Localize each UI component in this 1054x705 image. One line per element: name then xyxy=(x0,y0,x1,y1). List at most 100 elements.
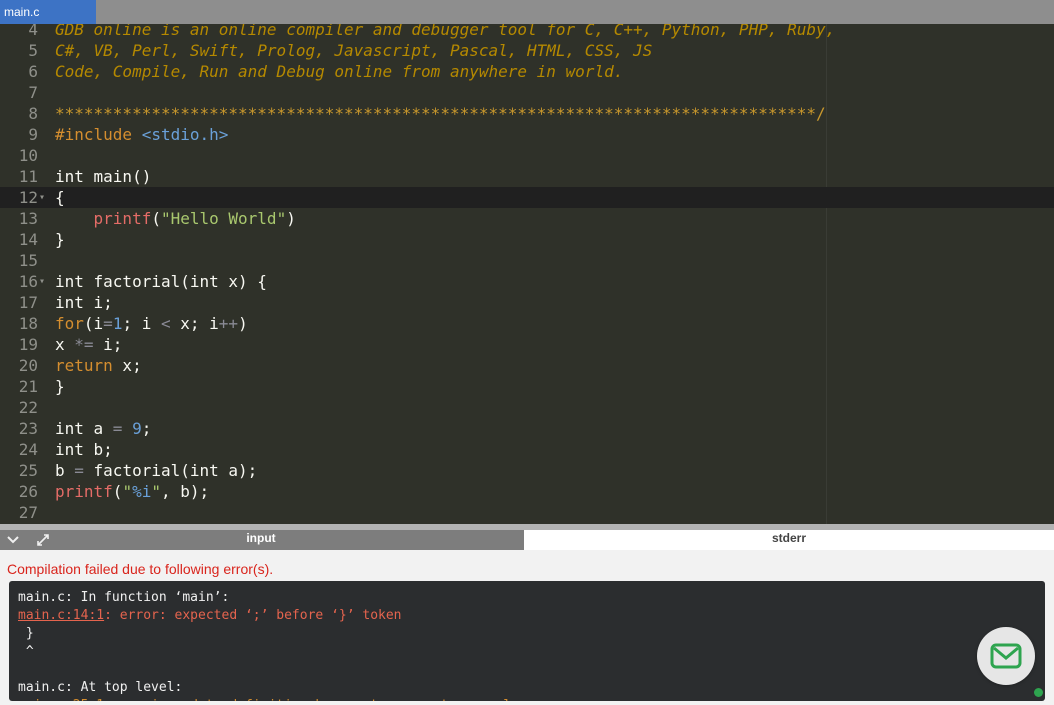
console-line: main.c: At top level: xyxy=(18,679,182,697)
code-line[interactable]: 27 xyxy=(0,502,1054,523)
status-dot xyxy=(1034,688,1043,697)
line-number: 14 xyxy=(18,230,38,249)
code-line[interactable]: 7 xyxy=(0,82,1054,103)
console-line: main.c: In function ‘main’: xyxy=(18,589,229,607)
code-line[interactable]: 10 xyxy=(0,145,1054,166)
console-output[interactable]: main.c: In function ‘main’: main.c:14:1: … xyxy=(9,581,1045,701)
code-token: *= xyxy=(74,335,94,354)
code-line[interactable]: 26 printf("%i", b); xyxy=(0,481,1054,502)
line-number: 17 xyxy=(18,293,38,312)
line-number: 15 xyxy=(18,251,38,270)
code-line[interactable]: 8 ***************************************… xyxy=(0,103,1054,124)
mail-button[interactable] xyxy=(977,627,1035,685)
line-number: 23 xyxy=(18,419,38,438)
code-token: 1 xyxy=(112,314,123,333)
line-number: 25 xyxy=(18,461,38,480)
code-token: x; xyxy=(112,356,142,375)
code-token: ) xyxy=(286,209,296,228)
code-token: int b; xyxy=(55,440,113,459)
code-token: < xyxy=(160,314,171,333)
code-text: printf("Hello World") xyxy=(55,208,296,229)
code-token: } xyxy=(55,377,65,396)
line-number: 18 xyxy=(18,314,38,333)
code-token: <stdio.h> xyxy=(141,125,229,144)
code-line[interactable]: 23 int a = 9; xyxy=(0,418,1054,439)
code-text: for(i=1; i < x; i++) xyxy=(55,313,248,334)
code-token: (i xyxy=(83,314,104,333)
code-token: x xyxy=(55,335,75,354)
code-token: = xyxy=(74,461,84,480)
code-token: return xyxy=(55,356,113,375)
output-panel: Compilation failed due to following erro… xyxy=(0,550,1054,705)
code-line[interactable]: 19 x *= i; xyxy=(0,334,1054,355)
code-token: for xyxy=(55,314,84,333)
line-number: 6 xyxy=(28,62,38,81)
line-number: 13 xyxy=(18,209,38,228)
error-location-link[interactable]: main.c:14:1 xyxy=(18,608,104,623)
code-text: int factorial(int x) { xyxy=(55,271,267,292)
line-number: 26 xyxy=(18,482,38,501)
code-token: int main() xyxy=(55,167,152,186)
mail-icon xyxy=(990,643,1022,669)
code-token: #include xyxy=(55,125,142,144)
code-line[interactable]: 5 C#, VB, Perl, Swift, Prolog, Javascript… xyxy=(0,40,1054,61)
line-number: 16 xyxy=(18,272,38,291)
code-text: ****************************************… xyxy=(55,103,826,124)
code-text: x *= i; xyxy=(55,334,122,355)
line-number: 12 xyxy=(18,188,38,207)
code-token: int i; xyxy=(55,293,113,312)
code-token: = xyxy=(103,314,113,333)
code-line[interactable]: 18 for(i=1; i < x; i++) xyxy=(0,313,1054,334)
line-number: 19 xyxy=(18,335,38,354)
code-line[interactable]: 11 int main() xyxy=(0,166,1054,187)
code-token: ; xyxy=(141,419,152,438)
console-text: main.c: At top level: xyxy=(18,680,183,695)
line-number: 27 xyxy=(18,503,38,522)
code-line[interactable]: 20 return x; xyxy=(0,355,1054,376)
code-token: printf xyxy=(93,209,152,228)
tab-stderr[interactable]: stderr xyxy=(524,530,1054,550)
error-location-link[interactable]: main.c:25:1 xyxy=(18,698,104,701)
code-text: #include <stdio.h> xyxy=(55,124,228,145)
code-token: int a xyxy=(55,419,113,438)
console-line: main.c:25:1: warning: data definition ha… xyxy=(18,697,535,701)
code-token: ****************************************… xyxy=(55,104,826,123)
tab-input[interactable]: input xyxy=(0,530,522,550)
code-token: ( xyxy=(151,209,161,228)
code-token: b xyxy=(55,461,75,480)
line-number: 8 xyxy=(28,104,38,123)
code-line[interactable]: 15 xyxy=(0,250,1054,271)
code-line[interactable]: 9 #include <stdio.h> xyxy=(0,124,1054,145)
code-text: Code, Compile, Run and Debug online from… xyxy=(55,61,623,82)
code-line[interactable]: 24 int b; xyxy=(0,439,1054,460)
line-number: 9 xyxy=(28,125,38,144)
line-number: 7 xyxy=(28,83,38,102)
code-line[interactable]: 16 ▾ int factorial(int x) { xyxy=(0,271,1054,292)
code-line[interactable]: 22 xyxy=(0,397,1054,418)
code-line[interactable]: 13 printf("Hello World") xyxy=(0,208,1054,229)
fold-arrow-icon[interactable]: ▾ xyxy=(39,271,47,292)
code-line[interactable]: 4 GDB online is an online compiler and de… xyxy=(0,24,1054,40)
code-text: C#, VB, Perl, Swift, Prolog, Javascript,… xyxy=(55,40,652,61)
fold-arrow-icon[interactable]: ▾ xyxy=(39,187,47,208)
console-line: main.c:14:1: error: expected ‘;’ before … xyxy=(18,607,402,625)
code-line[interactable]: 12 ▾ { xyxy=(0,187,1054,208)
code-text: return x; xyxy=(55,355,142,376)
code-token: " xyxy=(151,482,161,501)
code-line[interactable]: 21} xyxy=(0,376,1054,397)
code-token: , b); xyxy=(160,482,210,501)
code-editor[interactable]: 4 GDB online is an online compiler and de… xyxy=(0,24,1054,524)
code-line[interactable]: 17 int i; xyxy=(0,292,1054,313)
code-token: factorial(int a); xyxy=(83,461,258,480)
code-text: int main() xyxy=(55,166,151,187)
code-token: int factorial(int x) { xyxy=(55,272,267,291)
code-token: C#, VB, Perl, Swift, Prolog, Javascript,… xyxy=(55,41,653,60)
code-line[interactable]: 14} xyxy=(0,229,1054,250)
code-line[interactable]: 25 b = factorial(int a); xyxy=(0,460,1054,481)
code-token: = xyxy=(112,419,123,438)
code-line[interactable]: 6 Code, Compile, Run and Debug online fro… xyxy=(0,61,1054,82)
code-text: int a = 9; xyxy=(55,418,151,439)
tab-main-c[interactable]: main.c xyxy=(0,0,96,24)
